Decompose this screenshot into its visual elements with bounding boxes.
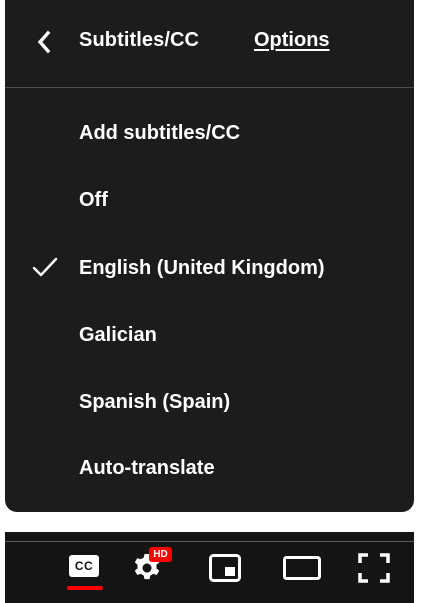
menu-item-label: Galician [79, 324, 157, 346]
menu-item-label: Add subtitles/CC [79, 122, 241, 144]
hd-badge: HD [149, 547, 172, 562]
menu-item-spanish-spain[interactable]: Spanish (Spain) [5, 375, 414, 429]
menu-header: Subtitles/CC Options [5, 0, 414, 88]
settings-button[interactable]: HD [131, 546, 175, 590]
fullscreen-button[interactable] [357, 546, 391, 590]
menu-item-label: English (United Kingdom) [79, 257, 325, 279]
menu-item-galician[interactable]: Galician [5, 308, 414, 362]
miniplayer-icon [209, 554, 241, 582]
subtitles-menu: Subtitles/CC Options Add subtitles/CC Of… [5, 0, 414, 512]
fullscreen-icon [358, 553, 390, 583]
menu-item-label: Auto-translate [79, 457, 215, 479]
menu-title: Subtitles/CC [79, 29, 200, 51]
progress-bar[interactable] [5, 541, 414, 542]
subtitles-button[interactable]: CC [67, 546, 103, 590]
checkmark-icon [32, 257, 58, 277]
back-button[interactable] [33, 28, 57, 56]
menu-item-auto-translate[interactable]: Auto-translate [5, 441, 414, 495]
menu-item-label: Off [79, 189, 108, 211]
subtitles-icon: CC [69, 555, 99, 577]
miniplayer-button[interactable] [208, 546, 242, 590]
menu-item-english-uk[interactable]: English (United Kingdom) [5, 241, 414, 295]
theater-mode-icon [283, 556, 321, 580]
menu-item-off[interactable]: Off [5, 173, 414, 227]
menu-item-label: Spanish (Spain) [79, 391, 231, 413]
subtitles-active-indicator [67, 586, 103, 590]
options-link[interactable]: Options [254, 29, 330, 52]
player-controls-bar: CC HD [0, 512, 431, 603]
menu-item-add-subtitles[interactable]: Add subtitles/CC [5, 106, 414, 160]
theater-mode-button[interactable] [282, 546, 322, 590]
chevron-left-icon [37, 30, 51, 54]
